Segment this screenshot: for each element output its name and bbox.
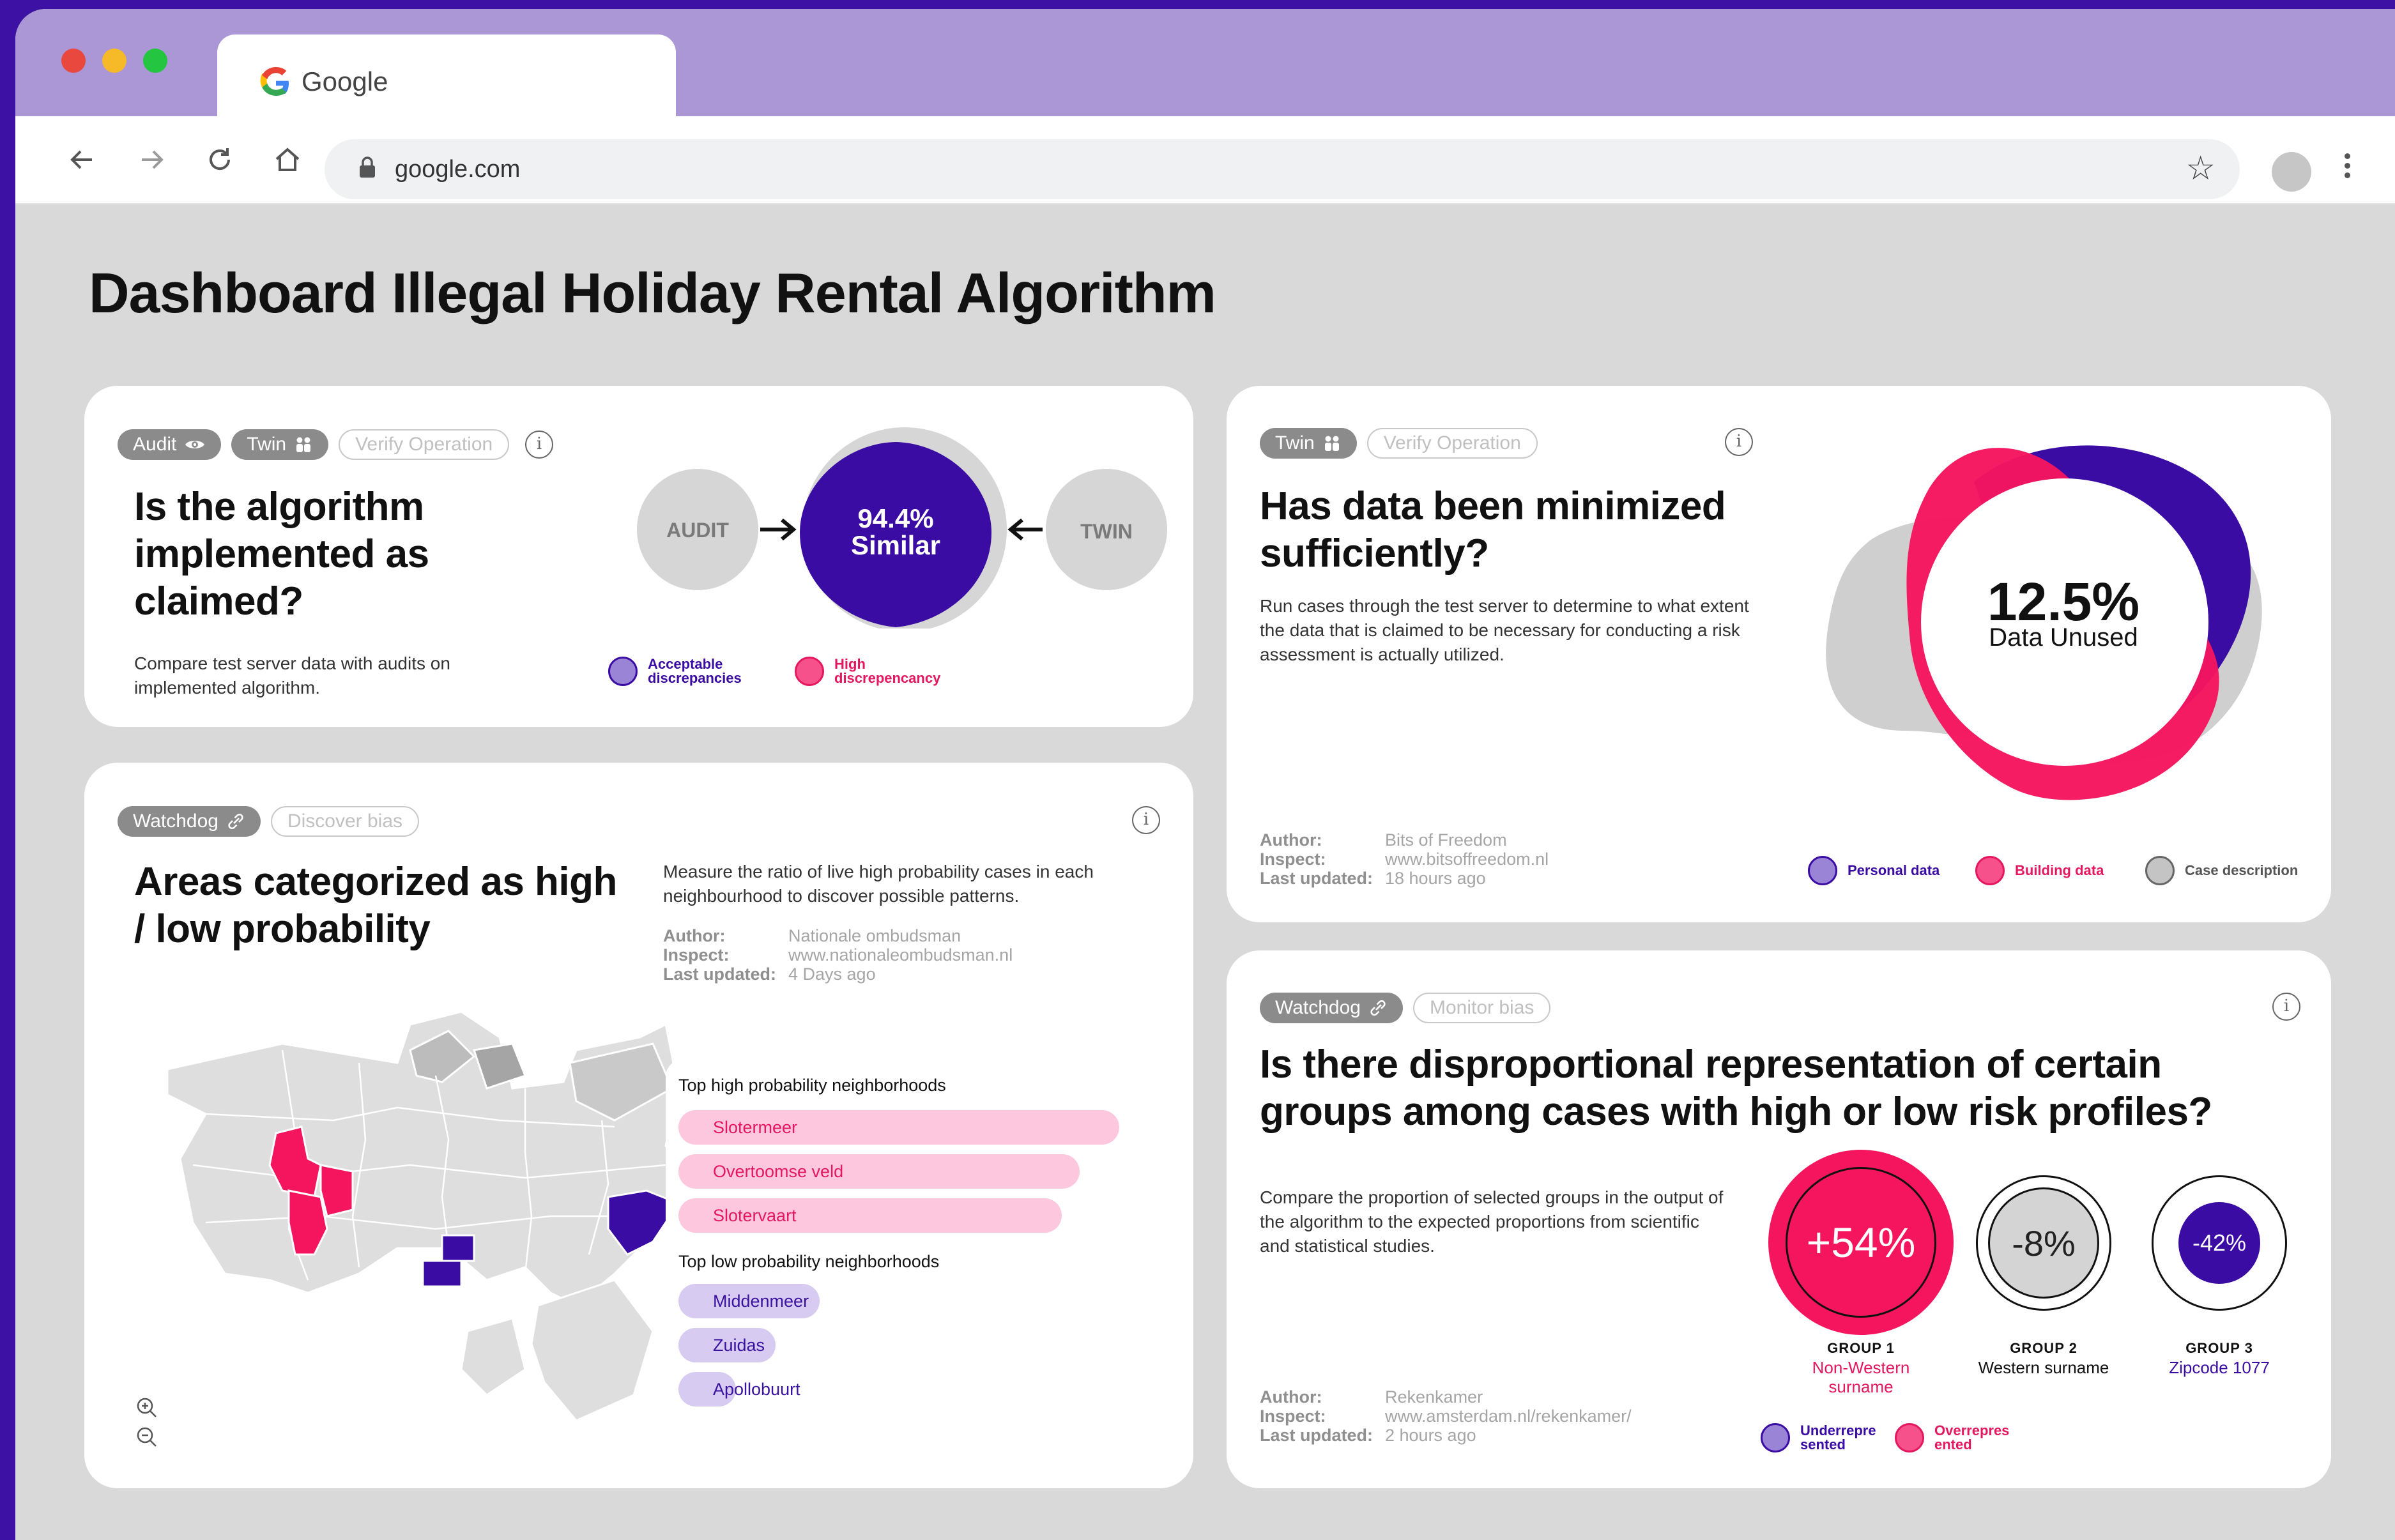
neighborhood-name: Middenmeer [713, 1292, 809, 1311]
tag-twin[interactable]: Twin [231, 429, 329, 460]
address-bar[interactable]: google.com ☆ [325, 139, 2240, 199]
link-icon [1370, 1000, 1386, 1016]
high-probability-item[interactable]: Slotermeer [678, 1110, 1119, 1145]
browser-window: Google google.com ☆ Dashboard Illegal Ho… [15, 9, 2395, 1540]
neighborhood-name: Slotervaart [713, 1206, 797, 1225]
maximize-window-button[interactable] [143, 49, 167, 73]
star-icon[interactable]: ☆ [2185, 148, 2215, 189]
neighborhood-name: Zuidas [713, 1336, 765, 1355]
group3-bubble: -42% [2152, 1175, 2287, 1311]
high-probability-heading: Top high probability neighborhoods [678, 1076, 946, 1095]
card2-meta: Author: Bits of Freedom Inspect: www.bit… [1260, 830, 1549, 888]
legend-case-description: Case description [2145, 856, 2298, 885]
card4-meta: Author: Rekenkamer Inspect: www.amsterda… [1260, 1387, 1632, 1445]
card1-title: Is the algorithm implemented as claimed? [134, 485, 429, 623]
low-probability-item[interactable]: Zuidas [678, 1328, 947, 1362]
group1-bubble: +54% [1768, 1150, 1954, 1335]
card-algorithm-implementation: Audit Twin Verify Operation i Is the alg… [84, 386, 1193, 727]
neighborhood-name: Overtoomse veld [713, 1162, 844, 1181]
legend-building-data: Building data [1975, 856, 2104, 885]
tag-verify-operation[interactable]: Verify Operation [339, 429, 510, 460]
page-title: Dashboard Illegal Holiday Rental Algorit… [89, 261, 1216, 324]
card-data-minimization: Twin Verify Operation i Has data been mi… [1227, 386, 2331, 922]
profile-avatar[interactable] [2272, 152, 2311, 192]
legend-acceptable: Acceptable discrepancies [608, 657, 750, 686]
arrow-icon [760, 518, 797, 541]
eye-icon [185, 441, 205, 448]
neighborhood-name: Slotermeer [713, 1118, 798, 1137]
card3-description: Measure the ratio of live high probabili… [663, 862, 1094, 906]
low-probability-heading: Top low probability neighborhoods [678, 1252, 940, 1271]
legend-dot [795, 657, 824, 686]
card4-description: Compare the proportion of selected group… [1260, 1187, 1724, 1256]
people-icon [1324, 436, 1339, 451]
card-group-representation: Watchdog Monitor bias i Is there disprop… [1227, 950, 2331, 1488]
legend-underrepresented: Underrepresented [1761, 1423, 1877, 1452]
group2-caption: GROUP 2 Western surname [1978, 1340, 2109, 1377]
group2-bubble: -8% [1976, 1175, 2111, 1311]
card2-description: Run cases through the test server to det… [1260, 596, 1749, 664]
more-icon[interactable] [2341, 149, 2353, 194]
info-icon[interactable]: i [1132, 806, 1160, 834]
similar-label: Similar [850, 530, 941, 560]
legend-dot [1975, 856, 2005, 885]
lock-icon [360, 156, 375, 178]
legend-personal-data: Personal data [1808, 856, 1940, 885]
legend-overrepresented: Overrepresented [1895, 1423, 2011, 1452]
home-icon[interactable] [263, 135, 312, 184]
legend-dot [608, 657, 638, 686]
browser-titlebar: Google [15, 9, 2395, 124]
zoom-in-icon[interactable] [134, 1395, 160, 1421]
group1-caption: GROUP 1 Non-Western surname [1812, 1340, 1910, 1396]
info-icon[interactable]: i [2272, 993, 2300, 1021]
tab-title: Google [302, 66, 388, 96]
info-icon[interactable]: i [1725, 428, 1753, 456]
data-unused-label: Data Unused [1989, 623, 2138, 652]
card1-description: Compare test server data with audits on … [134, 653, 450, 698]
minimize-window-button[interactable] [102, 49, 126, 73]
card-area-probability: Watchdog Discover bias i Areas categoriz… [84, 763, 1193, 1488]
group3-caption: GROUP 3 Zipcode 1077 [2169, 1340, 2270, 1377]
reload-icon[interactable] [195, 135, 244, 184]
neighborhood-name: Apollobuurt [713, 1380, 800, 1399]
legend-dot [1808, 856, 1837, 885]
map-apollobuurt[interactable] [441, 1234, 475, 1262]
legend-dot [2145, 856, 2175, 885]
card3-title: Areas categorized as high / low probabil… [134, 860, 617, 951]
card4-title: Is there disproportional representation … [1260, 1042, 2212, 1134]
tag-discover-bias[interactable]: Discover bias [270, 806, 420, 837]
high-probability-item[interactable]: Overtoomse veld [678, 1154, 1080, 1189]
legend-high: High discrepencancy [795, 657, 949, 686]
tag-verify-operation[interactable]: Verify Operation [1366, 428, 1538, 459]
google-logo-icon [260, 67, 289, 96]
twin-label: TWIN [1080, 520, 1133, 543]
tag-audit[interactable]: Audit [118, 429, 222, 460]
audit-label: AUDIT [666, 519, 729, 542]
people-icon [296, 437, 311, 452]
zoom-out-icon[interactable] [134, 1424, 160, 1450]
legend-dot [1761, 1423, 1790, 1452]
low-probability-item[interactable]: Middenmeer [678, 1284, 947, 1318]
close-window-button[interactable] [61, 49, 86, 73]
forward-icon[interactable] [128, 135, 176, 184]
legend-dot [1895, 1423, 1924, 1452]
link-icon [228, 813, 243, 830]
card2-title: Has data been minimized sufficiently? [1260, 484, 1726, 576]
browser-toolbar: google.com ☆ [15, 116, 2395, 204]
url-text: google.com [395, 156, 521, 183]
map-slotervaart[interactable] [319, 1164, 354, 1217]
arrow-icon [1007, 518, 1043, 541]
tag-watchdog[interactable]: Watchdog [118, 806, 261, 837]
high-probability-item[interactable]: Slotervaart [678, 1198, 1062, 1233]
browser-tab[interactable]: Google [217, 34, 676, 124]
info-icon[interactable]: i [525, 431, 553, 459]
similar-value: 94.4% [857, 503, 934, 533]
map-zuidas[interactable] [422, 1260, 463, 1288]
back-icon[interactable] [57, 135, 106, 184]
tag-watchdog[interactable]: Watchdog [1260, 993, 1403, 1023]
low-probability-item[interactable]: Apollobuurt [678, 1372, 947, 1407]
data-unused-value: 12.5% [1987, 572, 2140, 632]
tag-twin[interactable]: Twin [1260, 428, 1357, 459]
tag-monitor-bias[interactable]: Monitor bias [1412, 993, 1551, 1023]
